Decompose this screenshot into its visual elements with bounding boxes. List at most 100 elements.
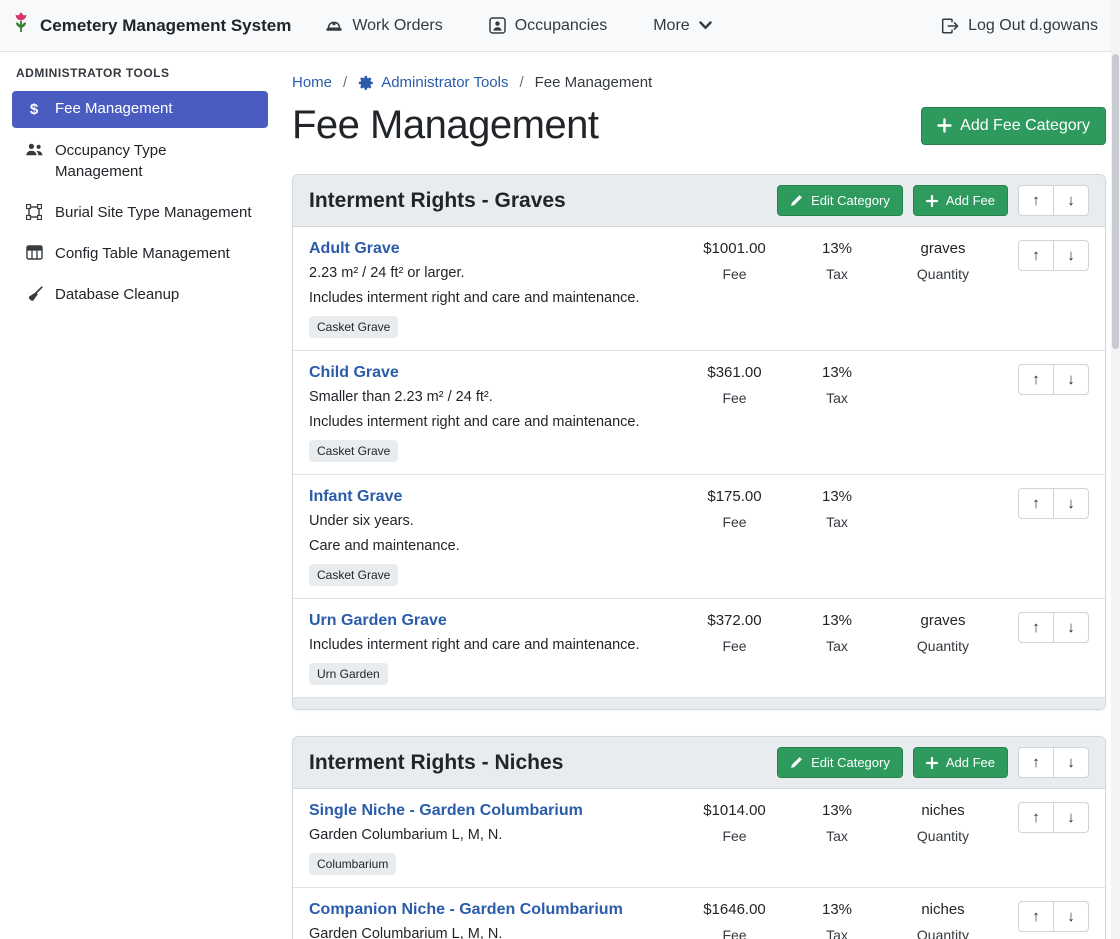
fee-description: Garden Columbarium L, M, N. [309,926,682,939]
breadcrumb-admin-tools-link[interactable]: Administrator Tools [358,74,508,91]
fee-category-card: Interment Rights - Niches Edit Category … [292,736,1106,939]
fee-descriptions: Includes interment right and care and ma… [309,637,682,653]
fee-amount-col: $1001.00 Fee [682,240,787,282]
breadcrumb: Home / Administrator Tools / Fee Managem… [292,74,1106,91]
move-fee-down-button[interactable]: ↓ [1053,612,1089,643]
app-brand[interactable]: Cemetery Management System [10,12,291,39]
nav-more[interactable]: More [653,17,711,35]
fee-amount-col: $372.00 Fee [682,612,787,654]
category-title: Interment Rights - Graves [309,189,566,213]
fee-description: Under six years. [309,513,682,529]
fee-reorder-group: ↑ ↓ [1018,364,1089,395]
fee-row: Adult Grave 2.23 m² / 24 ft² or larger.I… [293,227,1105,350]
move-fee-down-button[interactable]: ↓ [1053,802,1089,833]
fee-amount-value: $1001.00 [682,240,787,257]
fee-quantity-col: graves Quantity [887,612,999,654]
sidebar-item-fee-management[interactable]: $ Fee Management [12,91,268,128]
move-fee-down-button[interactable]: ↓ [1053,488,1089,519]
fee-amount-label: Fee [682,828,787,844]
fee-tax-value: 13% [787,612,887,629]
fee-amount-label: Fee [682,638,787,654]
fee-amount-label: Fee [682,390,787,406]
move-category-down-button[interactable]: ↓ [1053,747,1089,778]
fee-descriptions: Under six years.Care and maintenance. [309,513,682,554]
move-fee-down-button[interactable]: ↓ [1053,240,1089,271]
breadcrumb-admin-tools-label: Administrator Tools [381,74,508,91]
add-fee-button[interactable]: Add Fee [913,185,1008,216]
fee-tax-label: Tax [787,927,887,939]
move-fee-up-button[interactable]: ↑ [1018,364,1054,395]
move-fee-up-button[interactable]: ↑ [1018,802,1054,833]
app-title: Cemetery Management System [40,16,291,36]
fee-name-link[interactable]: Adult Grave [309,240,400,258]
move-fee-up-button[interactable]: ↑ [1018,901,1054,932]
fee-reorder-group: ↑ ↓ [1018,612,1089,643]
fee-name-link[interactable]: Infant Grave [309,488,402,506]
move-category-down-button[interactable]: ↓ [1053,185,1089,216]
fee-tax-label: Tax [787,514,887,530]
category-header: Interment Rights - Niches Edit Category … [293,737,1105,789]
fee-main: Child Grave Smaller than 2.23 m² / 24 ft… [309,364,682,462]
sidebar-item-database-cleanup[interactable]: Database Cleanup [12,277,268,313]
fee-amount-label: Fee [682,266,787,282]
fee-name-link[interactable]: Companion Niche - Garden Columbarium [309,901,623,919]
breadcrumb-home-link[interactable]: Home [292,74,332,91]
scrollbar[interactable] [1111,0,1120,939]
move-category-up-button[interactable]: ↑ [1018,747,1054,778]
add-fee-button[interactable]: Add Fee [913,747,1008,778]
fee-type-badge: Columbarium [309,853,396,875]
fee-amount-label: Fee [682,514,787,530]
logout-label: Log Out d.gowans [968,17,1098,35]
fee-tax-label: Tax [787,828,887,844]
arrow-down-icon: ↓ [1067,619,1075,636]
nav-work-orders[interactable]: Work Orders [325,17,442,35]
fee-amount-value: $1014.00 [682,802,787,819]
fee-tax-value: 13% [787,488,887,505]
pencil-icon [790,756,803,769]
logout-link[interactable]: Log Out d.gowans [941,17,1098,35]
move-fee-up-button[interactable]: ↑ [1018,612,1054,643]
fee-type-badge: Urn Garden [309,663,388,685]
admin-tools-sidebar: ADMINISTRATOR TOOLS $ Fee Management Occ… [0,52,280,939]
fee-tax-value: 13% [787,901,887,918]
fee-name-link[interactable]: Single Niche - Garden Columbarium [309,802,583,820]
nav-label-work-orders: Work Orders [352,17,442,35]
edit-category-button[interactable]: Edit Category [777,185,903,216]
hard-hat-icon [325,18,343,34]
page-header: Fee Management Add Fee Category [292,103,1106,148]
add-fee-category-button[interactable]: Add Fee Category [921,107,1106,145]
main-nav: Work Orders Occupancies More [325,17,941,35]
nav-occupancies[interactable]: Occupancies [489,17,608,35]
sidebar-item-config-table-management[interactable]: Config Table Management [12,236,268,272]
category-actions: Edit Category Add Fee ↑ ↓ [777,185,1089,216]
category-actions: Edit Category Add Fee ↑ ↓ [777,747,1089,778]
fee-amount-value: $361.00 [682,364,787,381]
move-fee-down-button[interactable]: ↓ [1053,901,1089,932]
fee-description: Includes interment right and care and ma… [309,290,682,306]
fee-quantity-label: Quantity [887,828,999,844]
users-icon [24,142,44,157]
fee-tax-col: 13% Tax [787,901,887,939]
move-fee-down-button[interactable]: ↓ [1053,364,1089,395]
arrow-down-icon: ↓ [1067,192,1075,209]
move-fee-up-button[interactable]: ↑ [1018,240,1054,271]
scrollbar-thumb[interactable] [1112,54,1119,349]
add-fee-label: Add Fee [946,755,995,770]
sidebar-item-burial-site-type-management[interactable]: Burial Site Type Management [12,195,268,231]
fee-quantity-value: graves [887,612,999,629]
fee-name-link[interactable]: Child Grave [309,364,399,382]
move-category-up-button[interactable]: ↑ [1018,185,1054,216]
edit-category-button[interactable]: Edit Category [777,747,903,778]
plus-icon [937,118,952,133]
fee-quantity-value: niches [887,802,999,819]
fee-name-link[interactable]: Urn Garden Grave [309,612,447,630]
edit-category-label: Edit Category [811,193,890,208]
edit-category-label: Edit Category [811,755,890,770]
category-footer [293,697,1105,709]
arrow-down-icon: ↓ [1067,809,1075,826]
breadcrumb-separator: / [343,74,347,91]
move-fee-up-button[interactable]: ↑ [1018,488,1054,519]
fee-quantity-col: niches Quantity [887,901,999,939]
arrow-up-icon: ↑ [1032,619,1040,636]
sidebar-item-occupancy-type-management[interactable]: Occupancy Type Management [12,133,268,190]
